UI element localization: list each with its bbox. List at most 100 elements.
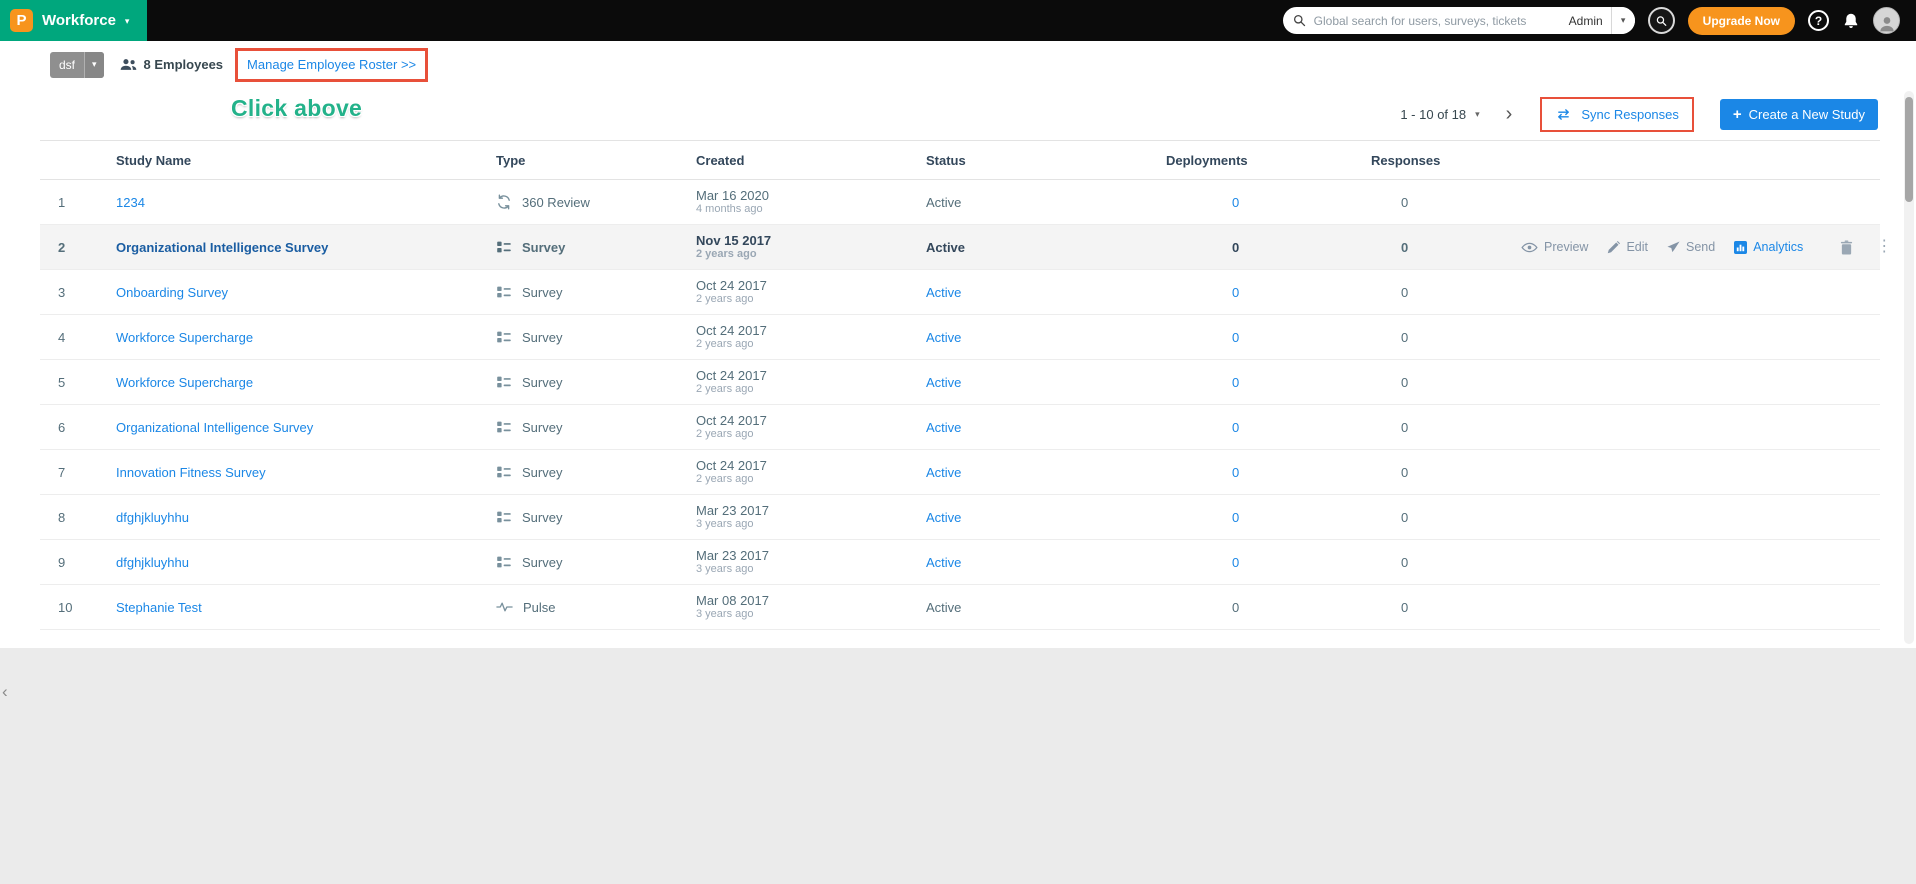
preview-button[interactable]: Preview — [1521, 240, 1588, 254]
study-name-link[interactable]: Innovation Fitness Survey — [116, 465, 266, 480]
subheader: dsf ▾ 8 Employees Manage Employee Roster… — [0, 41, 1916, 88]
study-name-link[interactable]: 1234 — [116, 195, 145, 210]
top-navbar: P Workforce ▾ Admin ▾ Upgrade Now ? — [0, 0, 1916, 41]
delete-button[interactable] — [1840, 239, 1853, 255]
pencil-icon — [1608, 240, 1621, 253]
study-row[interactable]: 1 1234 360 Review Mar 16 2020 4 months a… — [40, 180, 1880, 225]
preview-label: Preview — [1544, 240, 1589, 254]
study-name-link[interactable]: Workforce Supercharge — [116, 375, 253, 390]
status-value[interactable]: Active — [926, 465, 961, 480]
created-relative-time: 2 years ago — [696, 338, 754, 350]
row-index: 10 — [58, 599, 73, 615]
study-row[interactable]: 5 Workforce Supercharge Survey Oct 24 20… — [40, 360, 1880, 405]
row-index: 1 — [58, 194, 66, 210]
more-options-button[interactable]: ⋮ — [1876, 239, 1892, 255]
search-scope-caret-icon[interactable]: ▾ — [1610, 7, 1635, 34]
study-name-link[interactable]: dfghjkluyhhu — [116, 555, 189, 570]
study-name-link[interactable]: dfghjkluyhhu — [116, 510, 189, 525]
column-header-status: Status — [926, 152, 966, 168]
collapse-panel-button[interactable]: ‹ — [2, 683, 8, 700]
row-index: 6 — [58, 419, 66, 435]
scrollbar-track[interactable] — [1904, 91, 1914, 644]
deployments-count[interactable]: 0 — [1232, 555, 1239, 570]
study-name-link[interactable]: Workforce Supercharge — [116, 330, 253, 345]
study-type-label: Survey — [522, 419, 563, 435]
study-type-cell: Survey — [496, 374, 696, 390]
deployments-count[interactable]: 0 — [1232, 285, 1239, 300]
workforce-product-menu[interactable]: P Workforce ▾ — [0, 0, 148, 41]
study-name-link[interactable]: Organizational Intelligence Survey — [116, 240, 328, 255]
deployments-count[interactable]: 0 — [1232, 465, 1239, 480]
deployments-count[interactable]: 0 — [1232, 375, 1239, 390]
responses-count: 0 — [1401, 509, 1409, 525]
status-value[interactable]: Active — [926, 555, 961, 570]
pagination-label: 1 - 10 of 18 — [1400, 106, 1467, 122]
next-page-button[interactable]: › — [1506, 104, 1513, 124]
trash-icon — [1841, 239, 1853, 254]
status-value[interactable]: Active — [926, 375, 961, 390]
send-button[interactable]: Send — [1667, 240, 1715, 254]
study-row[interactable]: 7 Innovation Fitness Survey Survey Oct 2… — [40, 450, 1880, 495]
help-button[interactable]: ? — [1808, 10, 1829, 31]
team-dropdown[interactable]: dsf ▾ — [50, 51, 104, 78]
create-study-button[interactable]: + Create a New Study — [1719, 98, 1878, 130]
study-row[interactable]: 10 Stephanie Test Pulse Mar 08 2017 3 ye… — [40, 585, 1880, 630]
study-row[interactable]: 8 dfghjkluyhhu Survey Mar 23 2017 3 year… — [40, 495, 1880, 540]
click-above-annotation: Click above — [231, 95, 363, 121]
upgrade-now-button[interactable]: Upgrade Now — [1687, 6, 1795, 35]
created-cell: Nov 15 2017 2 years ago — [696, 233, 926, 261]
status-value[interactable]: Active — [926, 420, 961, 435]
study-row[interactable]: 3 Onboarding Survey Survey Oct 24 2017 2… — [40, 270, 1880, 315]
global-search-input[interactable] — [1305, 13, 1569, 28]
created-relative-time: 3 years ago — [696, 518, 754, 530]
created-date: Mar 08 2017 — [696, 593, 769, 608]
analytics-label: Analytics — [1753, 240, 1804, 254]
edit-button[interactable]: Edit — [1607, 240, 1648, 254]
analytics-button[interactable]: Analytics — [1734, 240, 1803, 254]
send-icon — [1667, 240, 1680, 252]
user-avatar[interactable] — [1873, 7, 1900, 34]
employees-icon — [120, 57, 137, 72]
deployments-count[interactable]: 0 — [1232, 195, 1239, 210]
created-relative-time: 2 years ago — [696, 473, 754, 485]
row-index: 8 — [58, 509, 66, 525]
notifications-bell-icon[interactable] — [1842, 12, 1860, 30]
search-icon — [1293, 14, 1306, 27]
search-submit-button[interactable] — [1647, 7, 1675, 34]
deployments-count[interactable]: 0 — [1232, 420, 1239, 435]
eye-icon — [1521, 242, 1538, 252]
deployments-count[interactable]: 0 — [1232, 510, 1239, 525]
search-scope-dropdown[interactable]: Admin — [1569, 14, 1611, 28]
created-cell: Oct 24 2017 2 years ago — [696, 278, 926, 306]
questionpro-logo-icon: P — [10, 9, 33, 32]
study-type-label: Survey — [522, 374, 563, 390]
deployments-count: 0 — [1232, 599, 1240, 615]
deployments-count[interactable]: 0 — [1232, 330, 1239, 345]
created-date: Oct 24 2017 — [696, 368, 767, 383]
responses-count: 0 — [1401, 554, 1409, 570]
created-cell: Mar 23 2017 3 years ago — [696, 548, 926, 576]
study-name-link[interactable]: Organizational Intelligence Survey — [116, 420, 313, 435]
employees-count: 8 Employees — [143, 57, 224, 72]
status-value[interactable]: Active — [926, 285, 961, 300]
study-name-link[interactable]: Onboarding Survey — [116, 285, 228, 300]
study-type-label: Survey — [522, 509, 563, 525]
study-row[interactable]: 2 Organizational Intelligence Survey Sur… — [40, 225, 1892, 270]
study-row[interactable]: 9 dfghjkluyhhu Survey Mar 23 2017 3 year… — [40, 540, 1880, 585]
study-row[interactable]: 4 Workforce Supercharge Survey Oct 24 20… — [40, 315, 1880, 360]
scrollbar-thumb[interactable] — [1905, 97, 1913, 202]
status-value[interactable]: Active — [926, 330, 961, 345]
study-name-link[interactable]: Stephanie Test — [116, 600, 202, 615]
product-name: Workforce — [42, 12, 116, 29]
created-cell: Oct 24 2017 2 years ago — [696, 413, 926, 441]
study-type-cell: Survey — [496, 419, 696, 435]
status-value[interactable]: Active — [926, 510, 961, 525]
created-relative-time: 3 years ago — [696, 608, 754, 620]
manage-roster-link[interactable]: Manage Employee Roster >> — [247, 57, 416, 72]
global-search: Admin ▾ — [1282, 7, 1635, 34]
created-cell: Mar 16 2020 4 months ago — [696, 188, 926, 216]
study-type-label: Survey — [522, 284, 563, 300]
sync-responses-button[interactable]: Sync Responses — [1540, 96, 1694, 132]
pagination-dropdown[interactable]: 1 - 10 of 18 ▾ — [1400, 107, 1479, 122]
study-row[interactable]: 6 Organizational Intelligence Survey Sur… — [40, 405, 1880, 450]
